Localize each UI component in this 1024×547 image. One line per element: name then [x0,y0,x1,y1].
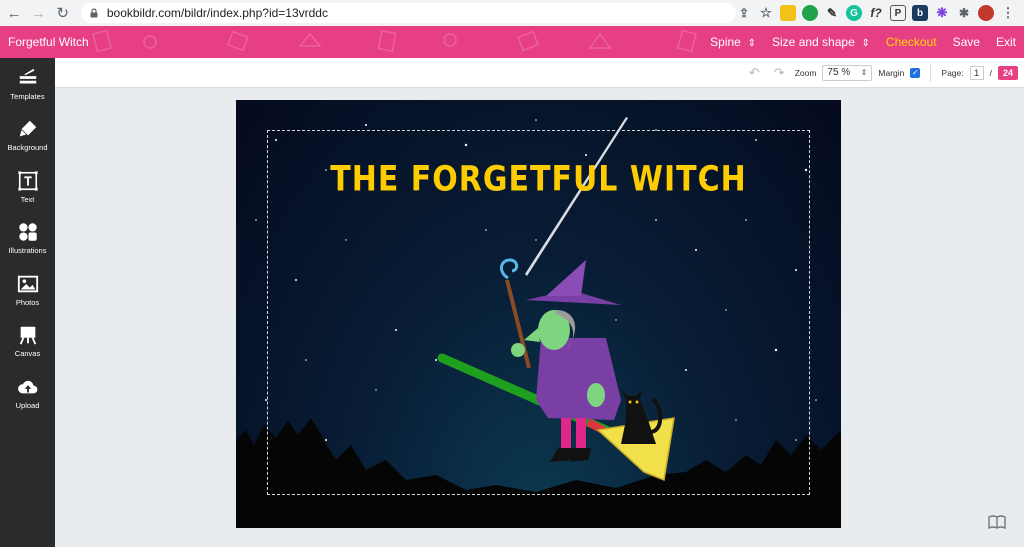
size-shape-dropdown[interactable]: Size and shape [772,35,870,49]
extension-green-icon[interactable] [802,5,818,21]
extension-yellow-icon[interactable] [780,5,796,21]
sidebar-label: Canvas [14,349,41,359]
editor-toolbar: ↶ ↷ Zoom 75 % ⇕ Margin ✓ Page: 1 / 24 [55,58,1024,88]
text-icon [17,171,38,191]
sidebar-label: Background [7,143,48,153]
extension-purple-icon[interactable]: ❋ [934,5,950,21]
sidebar-item-text[interactable]: Text [0,161,55,213]
zoom-label: Zoom [794,67,817,78]
page-label: Page: [941,67,964,78]
url-text: bookbildr.com/bildr/index.php?id=13vrddc [106,6,328,20]
book-title[interactable]: THE FORGETFUL WITCH [236,159,841,199]
sidebar-item-illustrations[interactable]: Illustrations [0,213,55,265]
profile-avatar[interactable] [978,5,994,21]
page-current-input[interactable]: 1 [969,65,984,80]
font-icon[interactable]: f? [868,5,884,21]
lock-icon [90,8,98,18]
left-sidebar: Templates Background Text Illustrations … [0,58,55,547]
star-icon[interactable]: ☆ [758,5,774,21]
browser-toolbar: ← → ↻ bookbildr.com/bildr/index.php?id=1… [0,0,1024,26]
checkout-button[interactable]: Checkout [886,35,937,49]
sidebar-item-templates[interactable]: Templates [0,58,55,110]
menu-kebab-icon[interactable]: ⋮ [1000,5,1016,21]
reload-icon[interactable]: ↻ [53,2,73,24]
extension-b-icon[interactable]: b [912,5,928,21]
sidebar-label: Photos [15,297,40,307]
sidebar-label: Upload [15,400,40,410]
sidebar-item-background[interactable]: Background [0,110,55,162]
grammarly-icon[interactable]: G [846,5,862,21]
easel-icon [19,327,36,345]
browser-extensions: ⇪ ☆ ✎ G f? P b ❋ ✱ ⋮ [736,5,1024,21]
share-icon[interactable]: ⇪ [736,5,752,21]
sidebar-item-photos[interactable]: Photos [0,264,55,316]
illustrations-icon [18,223,37,241]
zoom-select[interactable]: 75 % ⇕ [822,64,873,81]
eyedropper-icon[interactable]: ✎ [824,5,840,21]
paint-brush-icon [19,121,36,137]
book-icon[interactable] [988,515,1006,529]
back-icon[interactable]: ← [4,2,24,24]
canvas-page[interactable]: THE FORGETFUL WITCH [236,100,841,528]
redo-icon[interactable]: ↷ [774,65,785,81]
templates-icon [19,68,36,84]
forward-icon[interactable]: → [28,2,48,24]
spine-dropdown[interactable]: Spine [710,35,756,49]
page-total-badge: 24 [998,65,1018,80]
margin-label: Margin [878,67,905,78]
margin-checkbox[interactable]: ✓ [910,67,921,78]
sidebar-item-canvas[interactable]: Canvas [0,316,55,368]
app-title: Forgetful Witch [8,35,89,49]
photo-icon [17,275,38,292]
exit-button[interactable]: Exit [996,35,1016,49]
undo-icon[interactable]: ↶ [749,65,760,81]
page-separator: / [989,67,992,78]
cloud-upload-icon [17,380,37,394]
header-menu: Spine Size and shape Checkout Save Exit [710,35,1024,49]
puzzle-icon[interactable]: ✱ [956,5,972,21]
extension-p-icon[interactable]: P [890,5,906,21]
address-bar[interactable]: bookbildr.com/bildr/index.php?id=13vrddc [80,3,736,23]
chevron-updown-icon: ⇕ [860,68,868,77]
zoom-value: 75 % [827,67,851,78]
app-header: Forgetful Witch Spine Size and shape Che… [0,26,1024,58]
save-button[interactable]: Save [953,35,980,49]
sidebar-item-upload[interactable]: Upload [0,367,55,419]
sidebar-label: Text [20,194,35,204]
sidebar-label: Illustrations [8,246,47,256]
toolbar-divider [930,63,932,82]
sidebar-label: Templates [10,91,45,101]
